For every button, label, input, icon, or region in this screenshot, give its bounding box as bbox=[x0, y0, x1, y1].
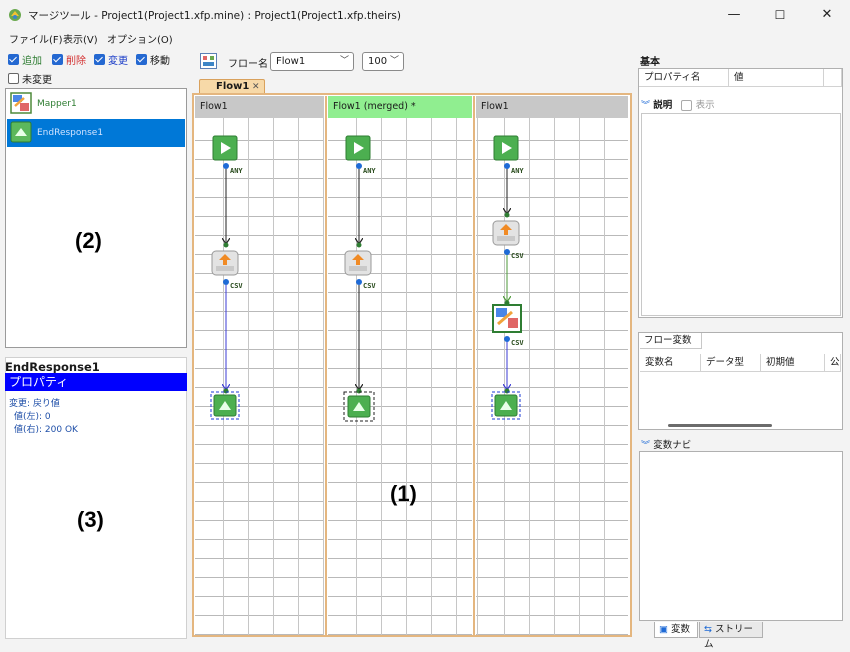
input-port[interactable] bbox=[504, 388, 510, 394]
input-port[interactable] bbox=[356, 242, 362, 248]
show-checkbox[interactable] bbox=[681, 99, 693, 111]
column-header: 初期値 bbox=[761, 354, 825, 372]
column-header: プロパティ名 bbox=[639, 69, 729, 87]
csv-output-node[interactable] bbox=[492, 220, 520, 246]
port-label-csv: CSV bbox=[511, 252, 524, 260]
start-node[interactable] bbox=[493, 135, 519, 161]
port-label-csv: CSV bbox=[363, 282, 376, 290]
port-label-any: ANY bbox=[511, 167, 524, 175]
description-row: ︾ 説明 表示 bbox=[641, 97, 841, 111]
input-port[interactable] bbox=[223, 388, 229, 394]
double-chevron-down-icon: ︾ bbox=[641, 101, 651, 111]
start-node[interactable] bbox=[345, 135, 371, 161]
output-port[interactable] bbox=[504, 163, 510, 169]
output-port[interactable] bbox=[504, 336, 510, 342]
variable-icon: ▣ bbox=[659, 624, 668, 635]
column-header: 値 bbox=[729, 69, 824, 87]
end-response-node[interactable] bbox=[491, 391, 521, 420]
column-header: 変数名 bbox=[640, 354, 701, 372]
port-label-any: ANY bbox=[363, 167, 376, 175]
variable-navi-label: 変数ナビ bbox=[653, 440, 692, 451]
variable-navi-panel[interactable] bbox=[639, 451, 843, 621]
port-label-any: ANY bbox=[230, 167, 243, 175]
tab-flow-variables[interactable]: フロー変数 bbox=[640, 333, 702, 349]
output-port[interactable] bbox=[223, 163, 229, 169]
port-label-csv: CSV bbox=[511, 339, 524, 347]
column-header: 公 bbox=[825, 354, 841, 372]
stream-icon: ⇆ bbox=[704, 624, 712, 635]
input-port[interactable] bbox=[223, 242, 229, 248]
horizontal-scrollbar[interactable] bbox=[668, 424, 772, 427]
mapper-node[interactable] bbox=[492, 304, 522, 333]
variable-grid-header: 変数名 データ型 初期値 公 bbox=[640, 354, 841, 372]
tab-label: ストリーム bbox=[704, 624, 754, 650]
input-port[interactable] bbox=[356, 388, 362, 394]
output-port[interactable] bbox=[504, 249, 510, 255]
csv-output-node[interactable] bbox=[344, 250, 372, 276]
column-header-spacer bbox=[824, 69, 842, 87]
tab-stream[interactable]: ⇆ ストリーム bbox=[699, 622, 763, 650]
annotation-label-1: (1) bbox=[390, 481, 417, 506]
column-header: データ型 bbox=[701, 354, 761, 372]
variable-navi-row: ︾ 変数ナビ bbox=[641, 437, 841, 451]
description-label: 説明 bbox=[653, 100, 673, 111]
end-response-node[interactable] bbox=[343, 391, 375, 422]
tab-label: 変数 bbox=[671, 624, 691, 635]
input-port[interactable] bbox=[504, 212, 510, 218]
tab-basic[interactable]: 基本 bbox=[640, 53, 680, 68]
output-port[interactable] bbox=[356, 279, 362, 285]
tab-variables[interactable]: ▣ 変数 bbox=[654, 622, 698, 638]
show-label: 表示 bbox=[695, 100, 715, 111]
description-textarea[interactable] bbox=[641, 113, 841, 316]
end-response-node[interactable] bbox=[210, 391, 240, 420]
double-chevron-down-icon: ︾ bbox=[641, 441, 651, 451]
port-label-csv: CSV bbox=[230, 282, 243, 290]
output-port[interactable] bbox=[356, 163, 362, 169]
csv-output-node[interactable] bbox=[211, 250, 239, 276]
output-port[interactable] bbox=[223, 279, 229, 285]
start-node[interactable] bbox=[212, 135, 238, 161]
